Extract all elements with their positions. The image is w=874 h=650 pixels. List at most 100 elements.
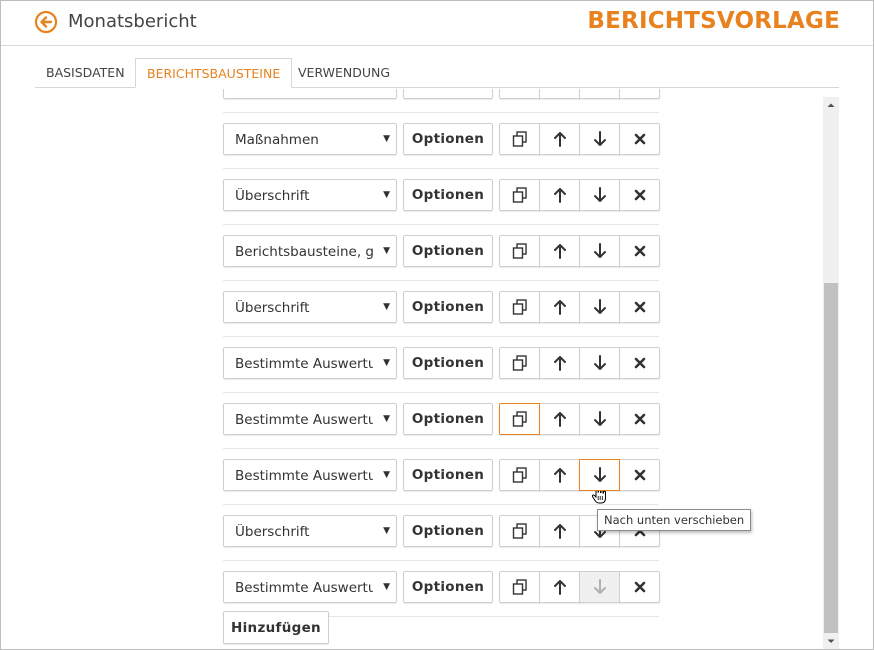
list-row: Berichtsbausteine, gruppiert ▼ Optionen [223, 235, 660, 281]
tab-bar: BASISDATEN BERICHTSBAUSTEINE VERWENDUNG [35, 58, 839, 88]
move-down-button[interactable] [579, 235, 620, 267]
move-up-button[interactable] [539, 123, 580, 155]
options-button[interactable]: Optionen [403, 123, 493, 155]
back-button[interactable] [34, 10, 58, 34]
block-type-label: Überschrift [235, 188, 310, 204]
options-button[interactable] [403, 89, 493, 99]
copy-button[interactable] [499, 123, 540, 155]
copy-button[interactable] [499, 571, 540, 603]
block-type-label: Maßnahmen [235, 132, 319, 148]
delete-button[interactable] [619, 291, 660, 323]
list-row: Überschrift ▼ Optionen [223, 291, 660, 337]
move-down-button[interactable] [579, 123, 620, 155]
tab-berichtsbausteine[interactable]: BERICHTSBAUSTEINE [135, 58, 293, 88]
options-button[interactable]: Optionen [403, 515, 493, 547]
block-type-select[interactable]: Maßnahmen ▼ [223, 123, 397, 155]
options-button[interactable]: Optionen [403, 403, 493, 435]
list-row: Überschrift ▼ Optionen [223, 515, 660, 561]
tab-verwendung[interactable]: VERWENDUNG [287, 58, 401, 86]
options-button[interactable]: Optionen [403, 291, 493, 323]
block-type-label: Bestimmte Auswertung [235, 356, 373, 372]
block-type-select[interactable]: Berichtsbausteine, gruppiert ▼ [223, 235, 397, 267]
add-block-button[interactable]: Hinzufügen [223, 611, 329, 644]
caret-down-icon: ▼ [383, 134, 390, 144]
options-button[interactable]: Optionen [403, 459, 493, 491]
delete-button[interactable] [619, 179, 660, 211]
move-up-button[interactable] [539, 179, 580, 211]
move-up-button[interactable] [539, 571, 580, 603]
block-type-select[interactable]: Bestimmte Auswertung ▼ [223, 459, 397, 491]
row-actions [499, 235, 660, 267]
copy-button[interactable] [499, 515, 540, 547]
row-actions [499, 179, 660, 211]
copy-button[interactable] [499, 179, 540, 211]
options-button[interactable]: Optionen [403, 571, 493, 603]
move-up-button[interactable] [539, 291, 580, 323]
block-type-label: Bestimmte Auswertung [235, 580, 373, 596]
caret-down-icon: ▼ [383, 582, 390, 592]
move-up-button[interactable] [539, 347, 580, 379]
list-row: Bestimmte Auswertung ▼ Optionen [223, 459, 660, 505]
delete-button[interactable] [619, 235, 660, 267]
copy-button[interactable] [499, 403, 540, 435]
block-list: Maßnahmen ▼ Optionen Überschrift ▼ Optionen Be… [1, 89, 821, 649]
move-up-button[interactable] [539, 235, 580, 267]
copy-button[interactable] [499, 459, 540, 491]
copy-button[interactable] [499, 291, 540, 323]
block-type-select[interactable] [223, 89, 397, 99]
options-button[interactable]: Optionen [403, 347, 493, 379]
scrollbar[interactable] [823, 97, 839, 649]
copy-button[interactable] [499, 347, 540, 379]
caret-down-icon: ▼ [383, 526, 390, 536]
row-actions [499, 347, 660, 379]
move-down-button[interactable] [579, 571, 620, 603]
block-type-select[interactable]: Bestimmte Auswertung ▼ [223, 571, 397, 603]
tab-basisdaten[interactable]: BASISDATEN [35, 58, 136, 86]
scrollbar-thumb[interactable] [824, 283, 838, 633]
delete-button[interactable] [619, 571, 660, 603]
row-actions [499, 291, 660, 323]
move-down-button[interactable] [579, 89, 620, 99]
delete-button[interactable] [619, 123, 660, 155]
delete-button[interactable] [619, 89, 660, 99]
scroll-down-button[interactable] [823, 633, 839, 649]
move-up-button[interactable] [539, 403, 580, 435]
row-actions [499, 459, 660, 491]
caret-down-icon: ▼ [383, 470, 390, 480]
caret-down-icon: ▼ [383, 358, 390, 368]
block-type-label: Bestimmte Auswertung [235, 468, 373, 484]
row-actions [499, 571, 660, 603]
scroll-down-arrow-icon [827, 639, 835, 643]
move-down-button[interactable] [579, 403, 620, 435]
brand-title: BERICHTSVORLAGE [587, 8, 840, 34]
row-actions [499, 123, 660, 155]
copy-button[interactable] [499, 235, 540, 267]
tooltip: Nach unten verschieben [597, 509, 752, 531]
list-row: Bestimmte Auswertung ▼ Optionen [223, 571, 660, 617]
list-row: Maßnahmen ▼ Optionen [223, 123, 660, 169]
move-up-button[interactable] [539, 515, 580, 547]
block-type-label: Bestimmte Auswertung [235, 412, 373, 428]
delete-button[interactable] [619, 403, 660, 435]
move-down-button[interactable] [579, 347, 620, 379]
block-type-select[interactable]: Bestimmte Auswertung ▼ [223, 403, 397, 435]
move-down-button[interactable] [579, 179, 620, 211]
move-up-button[interactable] [539, 459, 580, 491]
move-down-button[interactable] [579, 291, 620, 323]
move-down-button[interactable] [579, 459, 620, 491]
scroll-up-button[interactable] [823, 97, 839, 113]
move-up-button[interactable] [539, 89, 580, 99]
delete-button[interactable] [619, 347, 660, 379]
block-type-select[interactable]: Überschrift ▼ [223, 291, 397, 323]
block-type-select[interactable]: Überschrift ▼ [223, 179, 397, 211]
delete-button[interactable] [619, 459, 660, 491]
caret-down-icon: ▼ [383, 302, 390, 312]
copy-button[interactable] [499, 89, 540, 99]
block-type-select[interactable]: Bestimmte Auswertung ▼ [223, 347, 397, 379]
block-type-label: Berichtsbausteine, gruppiert [235, 244, 373, 260]
row-actions [499, 403, 660, 435]
options-button[interactable]: Optionen [403, 235, 493, 267]
block-type-select[interactable]: Überschrift ▼ [223, 515, 397, 547]
options-button[interactable]: Optionen [403, 179, 493, 211]
list-row: Überschrift ▼ Optionen [223, 179, 660, 225]
